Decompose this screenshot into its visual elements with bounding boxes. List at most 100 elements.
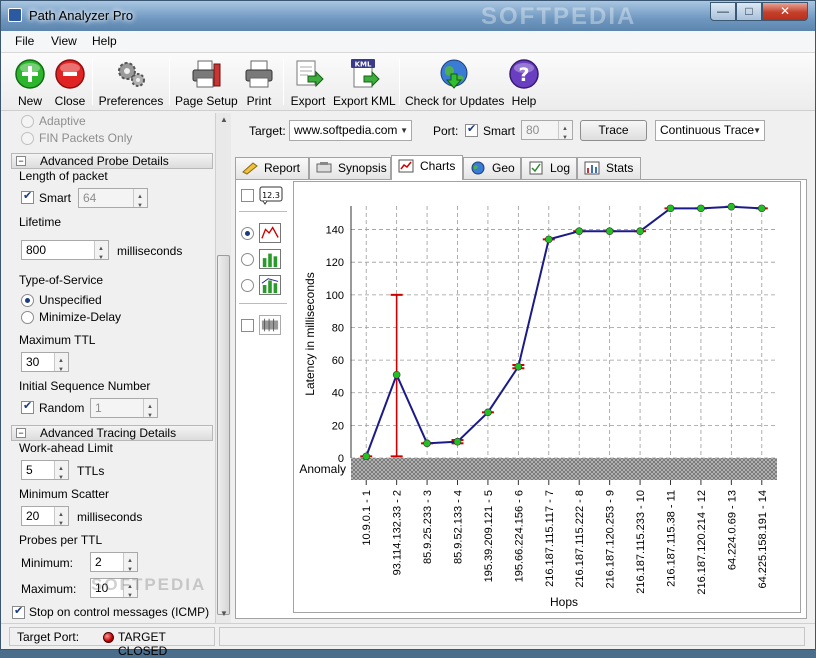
lifetime-unit: milliseconds [117, 244, 183, 258]
latency-chart: 0 20 40 60 80 100 120 140 Anomaly 10.9.0.1 - 1 93.… [293, 181, 801, 613]
adaptive-radio[interactable] [21, 115, 34, 128]
smart-length-checkbox[interactable] [21, 189, 34, 204]
app-icon [8, 8, 22, 22]
line-chart-radio[interactable] [241, 227, 254, 240]
export-button[interactable]: Export [288, 56, 328, 110]
fin-only-radio[interactable] [21, 132, 34, 145]
title-bar[interactable]: Path Analyzer Pro SOFTPEDIA — □ ✕ [1, 1, 815, 31]
y-tick-label: 140 [326, 225, 344, 237]
x-tick-label: 85.9.25.233 - 3 [422, 490, 434, 564]
data-point [727, 202, 736, 211]
export-icon [296, 60, 324, 88]
show-values-checkbox[interactable] [241, 189, 254, 202]
port-spinbox[interactable]: 80 [521, 120, 573, 147]
x-tick-label: 216.187.115.233 - 10 [635, 490, 647, 594]
work-ahead-spinbox[interactable]: 5 [21, 460, 69, 487]
export-kml-button[interactable]: KML Export KML [333, 56, 396, 110]
bar-chart-radio[interactable] [241, 253, 254, 266]
tos-unspecified-radio[interactable] [21, 294, 34, 307]
svg-text:?: ? [518, 64, 529, 86]
spin-arrows[interactable] [133, 188, 147, 215]
tab-synopsis[interactable]: Synopsis [309, 157, 391, 179]
plus-icon [15, 59, 45, 89]
menu-help[interactable]: Help [92, 34, 117, 48]
toolbar-separator [169, 59, 170, 105]
tab-report[interactable]: Report [235, 157, 309, 179]
data-point [362, 452, 371, 461]
maximize-button[interactable]: □ [736, 2, 762, 21]
probe-section-header[interactable]: − Advanced Probe Details [11, 153, 213, 169]
spin-arrows[interactable] [94, 240, 108, 267]
toolbar-separator [92, 59, 93, 105]
stop-icmp-label: Stop on control messages (ICMP) [29, 605, 210, 619]
target-combo[interactable]: www.softpedia.com ▼ [289, 120, 412, 141]
collapse-icon[interactable]: − [16, 428, 26, 438]
stop-icmp-checkbox[interactable] [12, 604, 25, 619]
new-button[interactable]: New [9, 56, 51, 110]
page-setup-button[interactable]: Page Setup [175, 56, 238, 110]
spin-arrows[interactable] [54, 352, 68, 379]
spin-arrows[interactable] [123, 552, 137, 579]
y-tick-label: 40 [332, 388, 344, 400]
random-label: Random [39, 401, 85, 415]
random-checkbox[interactable] [21, 399, 34, 414]
smart-port-checkbox[interactable] [465, 122, 478, 137]
preferences-button[interactable]: Preferences [97, 56, 165, 110]
packet-length-spinbox[interactable]: 64 [78, 188, 148, 215]
y-tick-label: 60 [332, 355, 344, 367]
page-setup-icon [192, 60, 221, 88]
menu-file[interactable]: File [15, 34, 34, 48]
help-button[interactable]: ? Help [505, 56, 543, 110]
max-ttl-label: Maximum TTL [19, 333, 96, 347]
data-point [666, 204, 675, 213]
anomaly-label: Anomaly [299, 462, 346, 476]
y-tick-label: 120 [326, 257, 344, 269]
tab-geo[interactable]: Geo [463, 157, 521, 179]
tos-min-delay-radio[interactable] [21, 311, 34, 324]
max-ttl-spinbox[interactable]: 30 [21, 352, 69, 379]
spin-arrows[interactable] [143, 398, 157, 425]
gears-icon [118, 62, 145, 87]
spin-arrows[interactable] [558, 120, 572, 147]
minus-icon [55, 59, 85, 89]
check-updates-button[interactable]: Check for Updates [405, 56, 504, 110]
charts-icon [398, 159, 414, 173]
x-tick-label: 216.187.115.222 - 8 [574, 490, 586, 588]
lifetime-spinbox[interactable]: 800 [21, 240, 109, 267]
minimize-button[interactable]: — [710, 2, 736, 21]
tracing-section-header[interactable]: − Advanced Tracing Details [11, 425, 213, 441]
tab-stats[interactable]: Stats [577, 157, 641, 179]
minimum-probes-spinbox[interactable]: 2 [90, 552, 138, 579]
export-kml-icon: KML [351, 59, 380, 88]
view-tabs: Report Synopsis Charts Geo Log Stats [235, 155, 805, 180]
tab-log[interactable]: Log [521, 157, 577, 179]
menu-view[interactable]: View [51, 34, 77, 48]
scrollbar-thumb[interactable] [217, 255, 230, 615]
print-button[interactable]: Print [241, 56, 277, 110]
close-window-button[interactable]: ✕ [762, 2, 808, 21]
x-tick-label: 216.187.120.253 - 9 [605, 490, 617, 588]
trace-button[interactable]: Trace [580, 120, 647, 141]
trace-mode-combo[interactable]: Continuous Trace ▼ [655, 120, 765, 141]
dropdown-arrow-icon[interactable]: ▼ [400, 121, 408, 140]
smart-length-label: Smart [39, 191, 72, 205]
tab-charts[interactable]: Charts [391, 155, 463, 180]
anomaly-checkbox[interactable] [241, 319, 254, 332]
spin-arrows[interactable] [54, 506, 68, 533]
close-button[interactable]: Close [51, 56, 89, 110]
stacked-chart-radio[interactable] [241, 279, 254, 292]
min-scatter-spinbox[interactable]: 20 [21, 506, 69, 533]
x-tick-label: 216.187.120.214 - 12 [696, 490, 708, 595]
tos-label: Type-of-Service [19, 273, 104, 287]
spin-arrows[interactable] [54, 460, 68, 487]
synopsis-icon [316, 162, 332, 173]
tos-unspecified-label: Unspecified [39, 293, 102, 307]
dropdown-arrow-icon[interactable]: ▼ [753, 121, 761, 140]
scroll-up-icon[interactable]: ▲ [218, 115, 230, 127]
y-tick-label: 80 [332, 322, 344, 334]
collapse-icon[interactable]: − [16, 156, 26, 166]
options-scrollbar[interactable]: ▲ ▼ [215, 113, 231, 623]
scroll-down-icon[interactable]: ▼ [218, 609, 230, 621]
data-point [757, 204, 766, 213]
isn-spinbox[interactable]: 1 [90, 398, 158, 425]
